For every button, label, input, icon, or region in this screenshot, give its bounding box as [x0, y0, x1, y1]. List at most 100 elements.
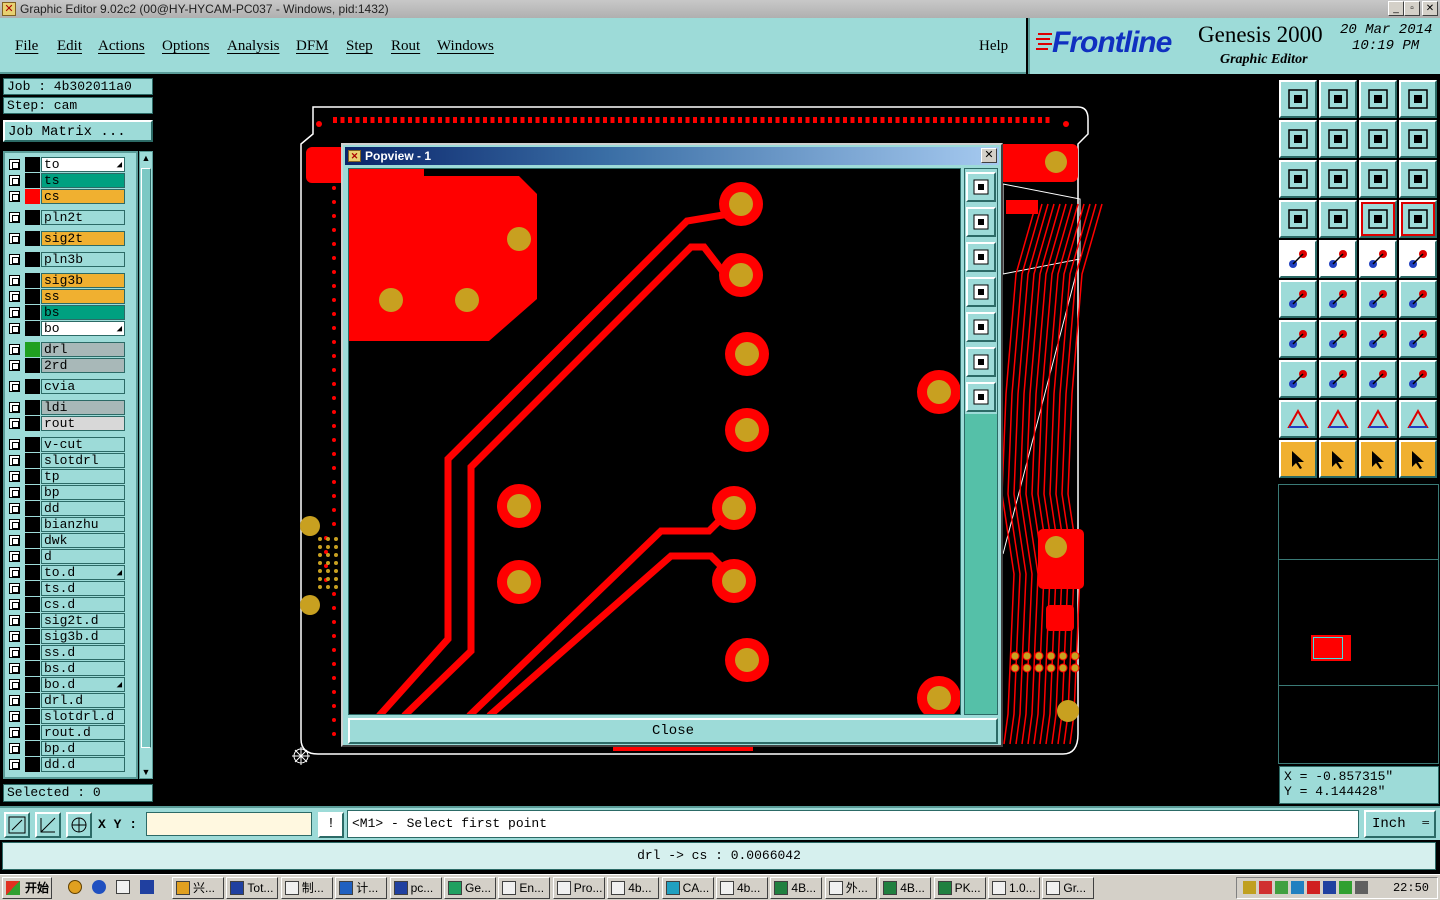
layer-name[interactable]: rout.d: [41, 725, 125, 740]
layer-color-swatch[interactable]: [25, 661, 40, 676]
layer-name[interactable]: sig2t: [41, 231, 125, 246]
layer-color-swatch[interactable]: [25, 210, 40, 225]
layer-row-v-cut[interactable]: v-cut: [5, 437, 136, 452]
triangle-4-icon[interactable]: [1399, 400, 1437, 438]
route-icon[interactable]: [1399, 440, 1437, 478]
layer-row-sig3b-d[interactable]: sig3b.d: [5, 629, 136, 644]
layer-row-dd-d[interactable]: dd.d: [5, 757, 136, 772]
layer-row-sig3b[interactable]: sig3b: [5, 273, 136, 288]
taskbar-task[interactable]: 1.0...: [988, 877, 1040, 899]
layer-visibility-checkbox[interactable]: [9, 711, 20, 722]
grid-icon[interactable]: [1319, 200, 1357, 238]
pointer-select-icon[interactable]: [1359, 440, 1397, 478]
flip-icon[interactable]: [1399, 120, 1437, 158]
overview-viewport[interactable]: [1313, 637, 1343, 659]
layer-name[interactable]: bs.d: [41, 661, 125, 676]
scroll-down-icon[interactable]: ▼: [141, 767, 151, 777]
taskbar-task[interactable]: 计...: [335, 877, 388, 899]
layer-row-bp-d[interactable]: bp.d: [5, 741, 136, 756]
layer-row-cvia[interactable]: cvia: [5, 379, 136, 394]
layer-color-swatch[interactable]: [25, 709, 40, 724]
layer-visibility-checkbox[interactable]: [9, 233, 20, 244]
pan-left-icon[interactable]: [1279, 120, 1317, 158]
popview-close-icon[interactable]: ✕: [981, 148, 997, 163]
layer-color-swatch[interactable]: [25, 231, 40, 246]
layer-row-ts[interactable]: ts: [5, 173, 136, 188]
triangle-icon[interactable]: [1279, 400, 1317, 438]
layer-name[interactable]: ldi: [41, 400, 125, 415]
layer-name[interactable]: pln2t: [41, 210, 125, 225]
layer-visibility-checkbox[interactable]: [9, 344, 20, 355]
pop-up-icon[interactable]: [966, 207, 996, 237]
ruler-icon[interactable]: [1359, 240, 1397, 278]
job-matrix-button[interactable]: Job Matrix ...: [3, 120, 153, 142]
taskbar-task[interactable]: 外...: [824, 877, 877, 899]
layer-name[interactable]: dd.d: [41, 757, 125, 772]
layer-color-swatch[interactable]: [25, 342, 40, 357]
triangle-3-icon[interactable]: [1359, 400, 1397, 438]
layer-name[interactable]: drl.d: [41, 693, 125, 708]
select-feature-icon[interactable]: [1279, 240, 1317, 278]
app-icon[interactable]: ✕: [2, 2, 16, 16]
layer-visibility-checkbox[interactable]: [9, 567, 20, 578]
taskbar-task[interactable]: 4B...: [770, 877, 823, 899]
taskbar-task[interactable]: 制...: [280, 877, 333, 899]
layer-name[interactable]: dwk: [41, 533, 125, 548]
taskbar-task[interactable]: En...: [498, 877, 551, 899]
xy-input[interactable]: [146, 812, 312, 836]
pop-down-icon[interactable]: [966, 242, 996, 272]
layer-visibility-checkbox[interactable]: [9, 323, 20, 334]
menu-options[interactable]: Options: [162, 38, 210, 55]
layer-color-swatch[interactable]: [25, 400, 40, 415]
home-icon[interactable]: [1359, 80, 1397, 118]
menu-file[interactable]: File: [15, 38, 38, 55]
layer-row-bianzhu[interactable]: bianzhu: [5, 517, 136, 532]
line-arrow-icon[interactable]: [1359, 280, 1397, 318]
menu-edit[interactable]: Edit: [57, 38, 82, 55]
tray-icon[interactable]: [1339, 881, 1352, 894]
popview-window[interactable]: ✕ Popview - 1 ✕ Close: [341, 143, 1003, 747]
menu-dfm[interactable]: DFM: [296, 38, 329, 55]
scroll-up-icon[interactable]: ▲: [141, 153, 151, 163]
layer-name[interactable]: cvia: [41, 379, 125, 394]
layer-visibility-checkbox[interactable]: [9, 583, 20, 594]
layer-name[interactable]: slotdrl: [41, 453, 125, 468]
layer-color-swatch[interactable]: [25, 416, 40, 431]
layer-color-swatch[interactable]: [25, 629, 40, 644]
minimize-button[interactable]: _: [1388, 1, 1404, 16]
layer-visibility-checkbox[interactable]: [9, 455, 20, 466]
taskbar-task[interactable]: 4b...: [716, 877, 768, 899]
help-question-icon[interactable]: [1399, 160, 1437, 198]
layer-visibility-checkbox[interactable]: [9, 551, 20, 562]
layer-name[interactable]: ts.d: [41, 581, 125, 596]
line-arrow-2-icon[interactable]: [1399, 280, 1437, 318]
layer-name[interactable]: ss.d: [41, 645, 125, 660]
layer-name[interactable]: sig2t.d: [41, 613, 125, 628]
layer-visibility-checkbox[interactable]: [9, 695, 20, 706]
layer-row-bo-d[interactable]: bo.d ◢: [5, 677, 136, 692]
layer-compare-2-icon[interactable]: [1399, 200, 1437, 238]
layer-name[interactable]: pln3b: [41, 252, 125, 267]
layer-color-swatch[interactable]: [25, 469, 40, 484]
layer-visibility-checkbox[interactable]: [9, 212, 20, 223]
layer-visibility-checkbox[interactable]: [9, 535, 20, 546]
layer-row-2rd[interactable]: 2rd: [5, 358, 136, 373]
tray-icon[interactable]: [1243, 881, 1256, 894]
menu-step[interactable]: Step: [346, 38, 373, 55]
taskbar-task[interactable]: Ge...: [444, 877, 496, 899]
layer-visibility-checkbox[interactable]: [9, 487, 20, 498]
layer-color-swatch[interactable]: [25, 517, 40, 532]
taskbar-task[interactable]: 4b...: [607, 877, 660, 899]
layer-name[interactable]: bo.d ◢: [41, 677, 125, 692]
layer-name[interactable]: rout: [41, 416, 125, 431]
layer-visibility-checkbox[interactable]: [9, 615, 20, 626]
units-select[interactable]: Inch ═: [1364, 810, 1436, 838]
zoom-center-icon[interactable]: [1319, 160, 1357, 198]
layer-name[interactable]: sig3b: [41, 273, 125, 288]
layer-color-swatch[interactable]: [25, 485, 40, 500]
layer-row-bs-d[interactable]: bs.d: [5, 661, 136, 676]
pop-right-icon[interactable]: [966, 312, 996, 342]
pop-left-icon[interactable]: [966, 277, 996, 307]
taskbar-task[interactable]: CA...: [661, 877, 714, 899]
layer-visibility-checkbox[interactable]: [9, 759, 20, 770]
